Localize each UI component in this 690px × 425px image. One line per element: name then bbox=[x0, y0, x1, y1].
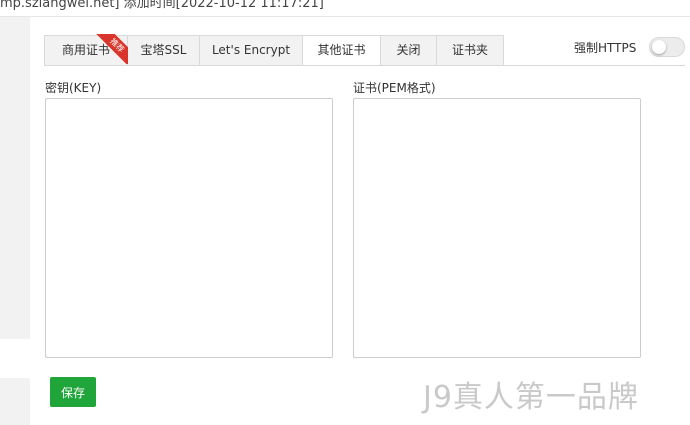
tab-lets-encrypt[interactable]: Let's Encrypt bbox=[200, 35, 303, 66]
key-field-label: 密钥(KEY) bbox=[45, 81, 102, 95]
toggle-knob bbox=[652, 40, 666, 54]
tab-other-cert[interactable]: 其他证书 bbox=[303, 35, 381, 66]
cert-field-label: 证书(PEM格式) bbox=[353, 81, 436, 95]
tab-label: 其他证书 bbox=[317, 43, 366, 57]
tab-label: Let's Encrypt bbox=[211, 43, 291, 57]
tab-cert-folder[interactable]: 证书夹 bbox=[437, 35, 504, 66]
force-https-toggle[interactable] bbox=[649, 37, 685, 57]
window-title-strip: mp.szlangwei.net] 添加时间[2022-10-12 11:17:… bbox=[0, 0, 690, 17]
recommend-badge: 推荐 bbox=[95, 34, 129, 64]
tab-bar-divider bbox=[44, 65, 685, 66]
tab-label: 证书夹 bbox=[451, 43, 488, 57]
tab-close[interactable]: 关闭 bbox=[381, 35, 437, 66]
key-textarea[interactable] bbox=[45, 98, 333, 358]
cert-textarea[interactable] bbox=[353, 98, 641, 358]
tab-label: 关闭 bbox=[396, 43, 421, 57]
site-info-text: mp.szlangwei.net] 添加时间[2022-10-12 11:17:… bbox=[0, 0, 324, 11]
left-side-panel-bottom bbox=[0, 378, 30, 425]
watermark-text: J9真人第一品牌 bbox=[423, 380, 639, 415]
save-button[interactable]: 保存 bbox=[50, 377, 96, 407]
recommend-ribbon: 推荐 bbox=[95, 34, 129, 64]
ssl-tab-bar: 商用证书 推荐 宝塔SSL Let's Encrypt 其他证书 关闭 证书夹 bbox=[44, 34, 504, 66]
tab-commercial-cert[interactable]: 商用证书 推荐 bbox=[44, 34, 129, 66]
tab-baota-ssl[interactable]: 宝塔SSL bbox=[128, 35, 200, 66]
tab-label: 宝塔SSL bbox=[140, 43, 187, 57]
left-side-panel-top bbox=[0, 17, 30, 339]
force-https-label: 强制HTTPS bbox=[574, 41, 637, 55]
